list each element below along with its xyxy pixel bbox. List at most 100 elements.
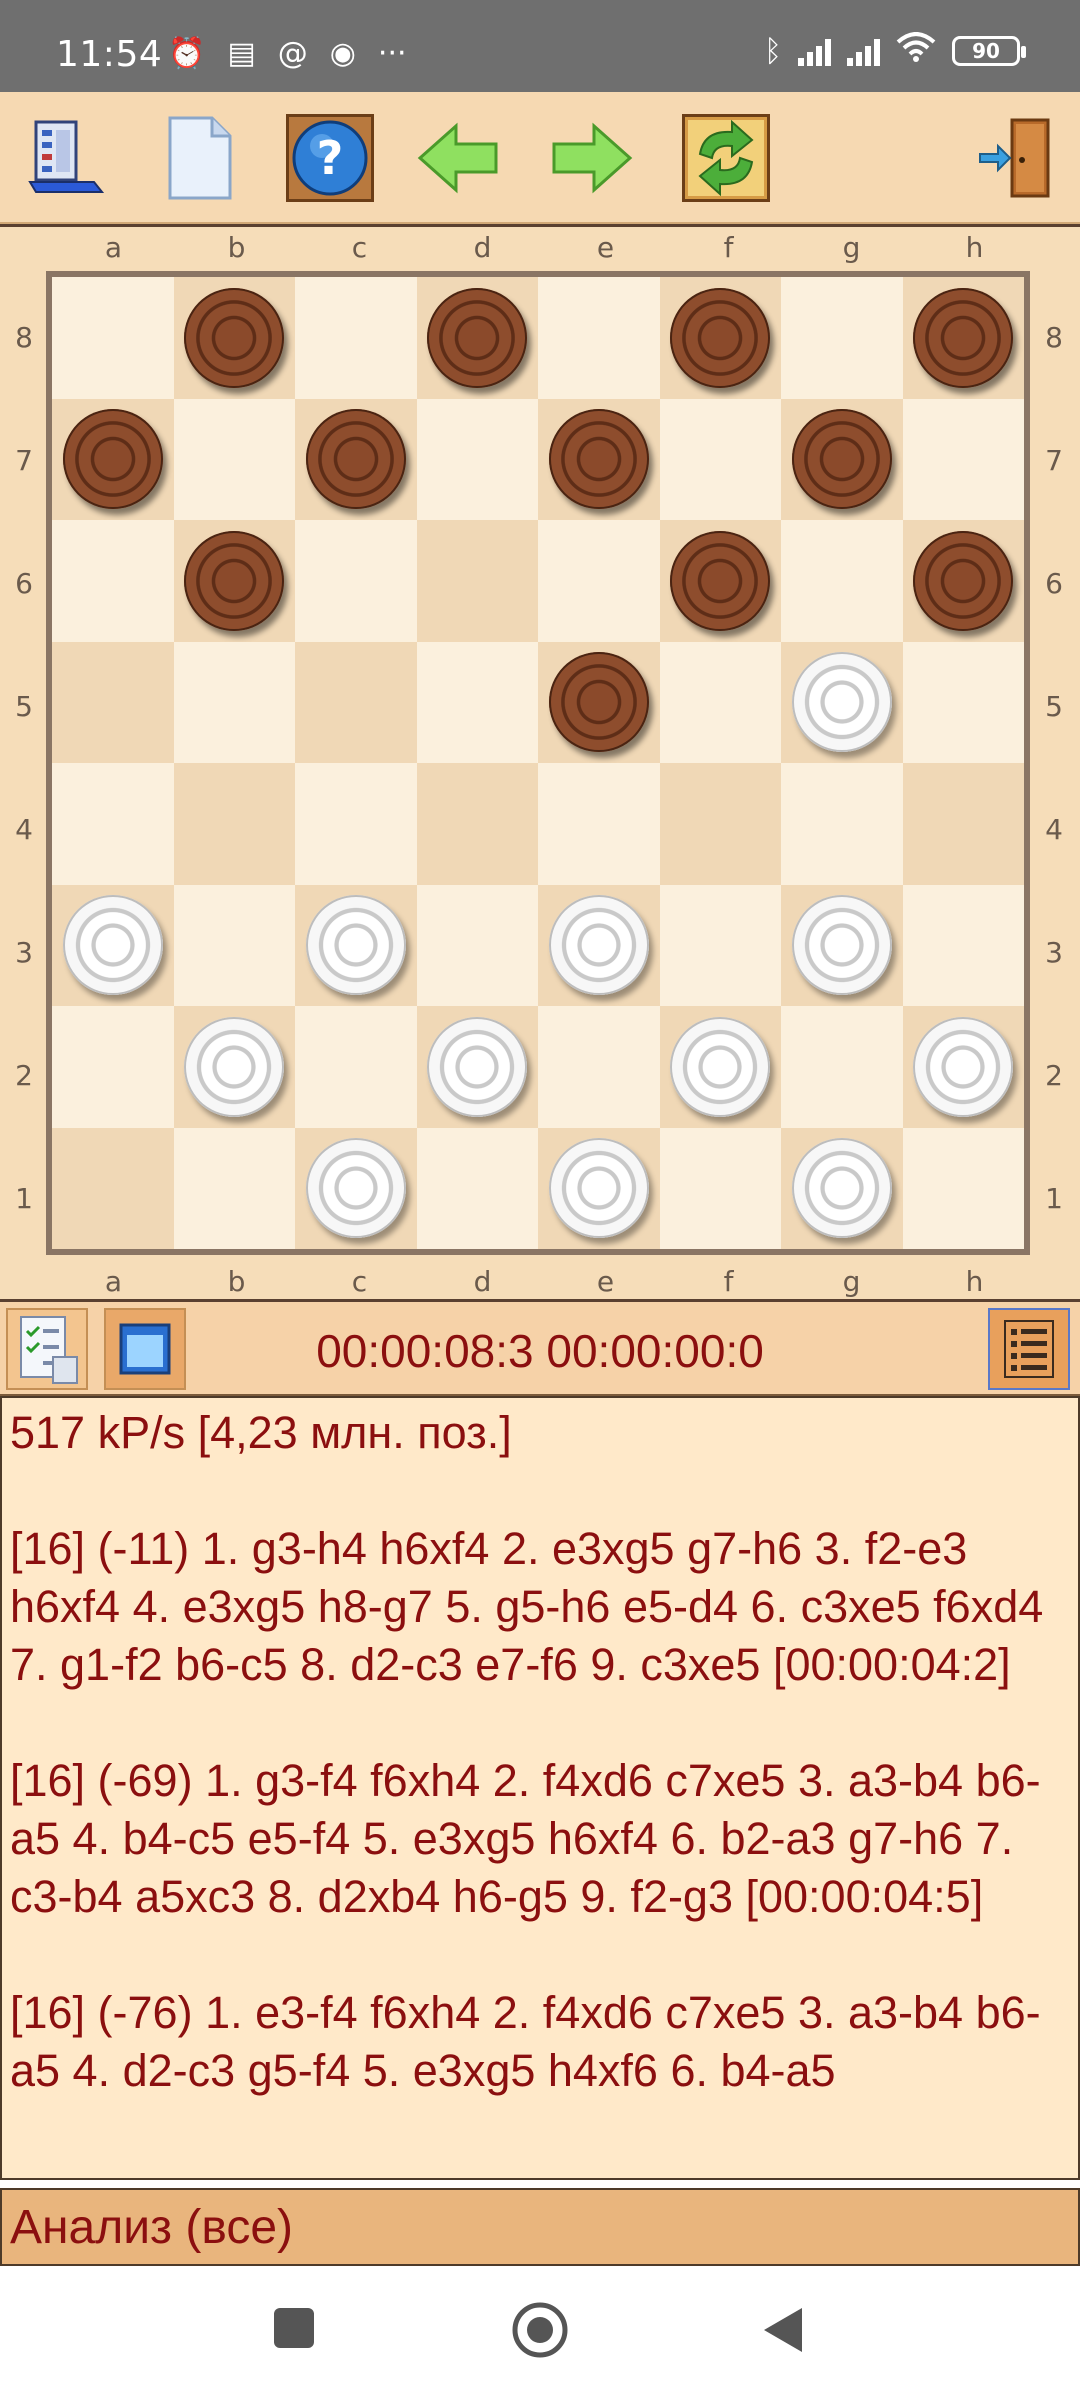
square-g2[interactable] <box>781 1006 903 1128</box>
square-g6[interactable] <box>781 520 903 642</box>
black-checker-b6[interactable] <box>184 530 285 631</box>
square-b5[interactable] <box>173 641 295 763</box>
square-c2[interactable] <box>295 1006 417 1128</box>
game-notes-button[interactable] <box>6 1308 88 1390</box>
square-e2[interactable] <box>538 1006 660 1128</box>
square-d2[interactable] <box>416 1006 538 1128</box>
square-f7[interactable] <box>659 398 781 520</box>
square-e4[interactable] <box>538 763 660 885</box>
square-h3[interactable] <box>902 884 1024 1006</box>
square-h7[interactable] <box>902 398 1024 520</box>
black-checker-h6[interactable] <box>913 530 1014 631</box>
square-a2[interactable] <box>52 1006 174 1128</box>
black-checker-b8[interactable] <box>184 287 285 388</box>
checkers-board[interactable] <box>46 271 1030 1255</box>
analysis-mode-bar[interactable]: Анализ (все) <box>0 2188 1080 2266</box>
forward-button[interactable] <box>548 114 636 202</box>
black-checker-c7[interactable] <box>305 409 406 510</box>
back-nav-button[interactable] <box>760 2306 804 2354</box>
square-d3[interactable] <box>416 884 538 1006</box>
square-g8[interactable] <box>781 277 903 399</box>
window-toggle-button[interactable] <box>104 1308 186 1390</box>
square-b4[interactable] <box>173 763 295 885</box>
square-a8[interactable] <box>52 277 174 399</box>
square-e3[interactable] <box>538 884 660 1006</box>
square-d1[interactable] <box>416 1127 538 1249</box>
square-c5[interactable] <box>295 641 417 763</box>
square-h8[interactable] <box>902 277 1024 399</box>
white-checker-g1[interactable] <box>791 1138 892 1239</box>
square-b3[interactable] <box>173 884 295 1006</box>
square-g4[interactable] <box>781 763 903 885</box>
white-checker-a3[interactable] <box>62 895 163 996</box>
square-b2[interactable] <box>173 1006 295 1128</box>
square-h1[interactable] <box>902 1127 1024 1249</box>
square-d5[interactable] <box>416 641 538 763</box>
white-checker-b2[interactable] <box>184 1016 285 1117</box>
square-f6[interactable] <box>659 520 781 642</box>
square-e7[interactable] <box>538 398 660 520</box>
square-d6[interactable] <box>416 520 538 642</box>
white-checker-g5[interactable] <box>791 652 892 753</box>
square-e1[interactable] <box>538 1127 660 1249</box>
square-e5[interactable] <box>538 641 660 763</box>
square-b1[interactable] <box>173 1127 295 1249</box>
square-g7[interactable] <box>781 398 903 520</box>
square-h2[interactable] <box>902 1006 1024 1128</box>
square-a1[interactable] <box>52 1127 174 1249</box>
menu-button[interactable] <box>20 114 108 202</box>
square-c3[interactable] <box>295 884 417 1006</box>
black-checker-e7[interactable] <box>548 409 649 510</box>
square-h6[interactable] <box>902 520 1024 642</box>
square-a7[interactable] <box>52 398 174 520</box>
black-checker-d8[interactable] <box>427 287 528 388</box>
black-checker-e5[interactable] <box>548 652 649 753</box>
square-h5[interactable] <box>902 641 1024 763</box>
exit-button[interactable] <box>972 114 1060 202</box>
white-checker-d2[interactable] <box>427 1016 528 1117</box>
square-c7[interactable] <box>295 398 417 520</box>
black-checker-f6[interactable] <box>670 530 771 631</box>
square-h4[interactable] <box>902 763 1024 885</box>
square-a3[interactable] <box>52 884 174 1006</box>
square-b8[interactable] <box>173 277 295 399</box>
square-f1[interactable] <box>659 1127 781 1249</box>
back-button[interactable] <box>414 114 502 202</box>
white-checker-h2[interactable] <box>913 1016 1014 1117</box>
white-checker-f2[interactable] <box>670 1016 771 1117</box>
black-checker-f8[interactable] <box>670 287 771 388</box>
white-checker-e1[interactable] <box>548 1138 649 1239</box>
square-g3[interactable] <box>781 884 903 1006</box>
square-f8[interactable] <box>659 277 781 399</box>
home-button[interactable] <box>510 2300 570 2360</box>
white-checker-c3[interactable] <box>305 895 406 996</box>
square-b7[interactable] <box>173 398 295 520</box>
square-a4[interactable] <box>52 763 174 885</box>
square-f4[interactable] <box>659 763 781 885</box>
square-c6[interactable] <box>295 520 417 642</box>
flip-board-button[interactable] <box>682 114 770 202</box>
black-checker-h8[interactable] <box>913 287 1014 388</box>
square-d8[interactable] <box>416 277 538 399</box>
recents-button[interactable] <box>272 2306 316 2350</box>
square-a6[interactable] <box>52 520 174 642</box>
square-c1[interactable] <box>295 1127 417 1249</box>
square-g1[interactable] <box>781 1127 903 1249</box>
analysis-panel[interactable]: 517 kP/s [4,23 млн. поз.] [16] (-11) 1. … <box>0 1396 1080 2180</box>
help-button[interactable]: ? <box>286 114 374 202</box>
square-a5[interactable] <box>52 641 174 763</box>
square-b6[interactable] <box>173 520 295 642</box>
square-d4[interactable] <box>416 763 538 885</box>
square-g5[interactable] <box>781 641 903 763</box>
black-checker-g7[interactable] <box>791 409 892 510</box>
square-c4[interactable] <box>295 763 417 885</box>
square-e8[interactable] <box>538 277 660 399</box>
black-checker-a7[interactable] <box>62 409 163 510</box>
square-f5[interactable] <box>659 641 781 763</box>
move-list-button[interactable] <box>988 1308 1070 1390</box>
square-c8[interactable] <box>295 277 417 399</box>
square-f2[interactable] <box>659 1006 781 1128</box>
white-checker-c1[interactable] <box>305 1138 406 1239</box>
square-f3[interactable] <box>659 884 781 1006</box>
new-game-button[interactable] <box>156 114 244 202</box>
